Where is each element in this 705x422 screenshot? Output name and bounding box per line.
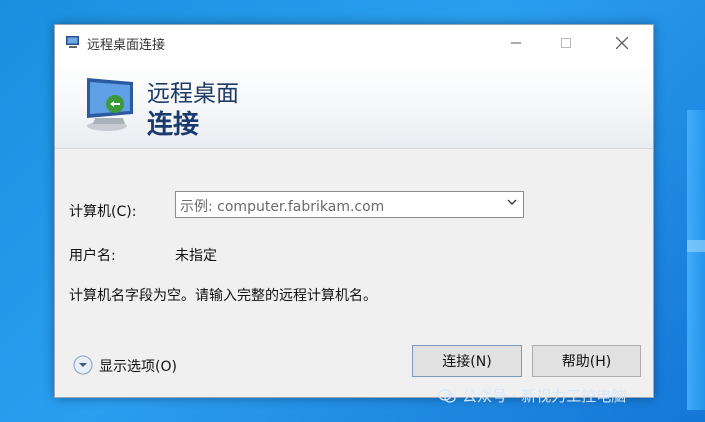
status-message: 计算机名字段为空。请输入完整的远程计算机名。 [69,288,377,304]
banner-title-line1: 远程桌面 [147,81,239,107]
expand-options-icon[interactable] [73,355,93,375]
desktop-background-accent [687,110,705,410]
header-banner: 远程桌面 连接 [55,60,653,149]
help-button[interactable]: 帮助(H) [532,345,641,377]
computer-input[interactable]: 示例: computer.fabrikam.com [180,196,384,216]
show-options-link[interactable]: 显示选项(O) [99,356,177,376]
wechat-icon [438,388,456,403]
remote-desktop-icon [66,36,79,48]
minimize-icon [511,42,521,43]
monitor-connection-icon [87,78,133,131]
close-button[interactable] [599,25,645,60]
username-value: 未指定 [175,248,217,264]
watermark-text: 公众号 · 新视力工控电脑 [462,387,627,405]
close-icon [616,36,628,49]
title-bar[interactable]: 远程桌面连接 [55,25,653,60]
username-label: 用户名: [69,248,116,264]
connect-button[interactable]: 连接(N) [412,345,522,377]
remote-desktop-window: 远程桌面连接 远程桌面 连接 计算机(C): 示例: computer.fabr… [54,24,654,398]
desktop-background-accent-2 [687,240,705,252]
minimize-button[interactable] [493,25,539,60]
maximize-button[interactable] [543,25,589,60]
computer-label: 计算机(C): [69,204,137,220]
chevron-down-icon[interactable] [507,197,517,207]
window-title: 远程桌面连接 [87,38,166,53]
computer-combobox[interactable]: 示例: computer.fabrikam.com [175,191,524,218]
maximize-icon [561,37,571,48]
watermark: 公众号 · 新视力工控电脑 [438,385,626,406]
banner-title-line2: 连接 [147,110,200,140]
